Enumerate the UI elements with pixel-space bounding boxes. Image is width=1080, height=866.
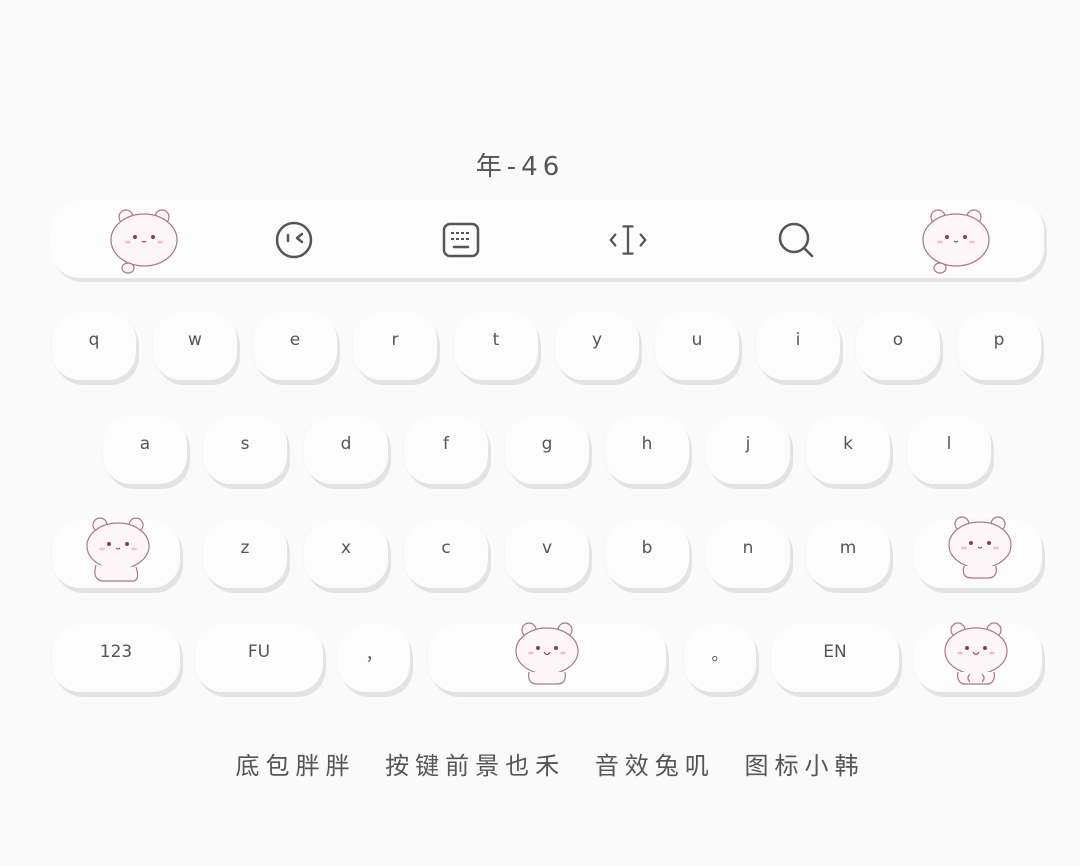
key-h[interactable]: h — [605, 416, 689, 484]
key-q[interactable]: q — [52, 312, 136, 380]
key-label: g — [541, 434, 553, 454]
key-c[interactable]: c — [404, 520, 488, 588]
key-label: j — [745, 434, 751, 454]
numbers-key[interactable]: 123 — [52, 624, 180, 692]
key-label: p — [993, 330, 1005, 350]
credit-key-foreground: 按键前景也禾 — [385, 752, 566, 780]
key-label: w — [188, 330, 202, 350]
text-cursor-icon[interactable] — [608, 220, 648, 260]
bear-mascot-icon[interactable] — [106, 204, 182, 276]
fu-key[interactable]: FU — [195, 624, 323, 692]
key-t[interactable]: t — [454, 312, 538, 380]
key-label: EN — [823, 642, 847, 662]
key-w[interactable]: w — [153, 312, 237, 380]
key-j[interactable]: j — [706, 416, 790, 484]
key-m[interactable]: m — [806, 520, 890, 588]
key-label: e — [289, 330, 301, 350]
emoji-wink-icon[interactable] — [274, 220, 314, 260]
key-label: 。 — [711, 644, 729, 665]
key-label: m — [839, 538, 857, 558]
key-label: x — [340, 538, 352, 558]
key-label: 123 — [99, 642, 133, 662]
key-label: FU — [247, 642, 271, 662]
key-f[interactable]: f — [404, 416, 488, 484]
key-label: u — [691, 330, 703, 350]
space-key[interactable] — [428, 622, 666, 692]
language-key[interactable]: EN — [771, 624, 899, 692]
credit-background: 底包胖胖 — [235, 752, 356, 780]
key-label: h — [641, 434, 653, 454]
key-label: c — [441, 538, 451, 558]
delete-key[interactable] — [914, 516, 1042, 588]
key-x[interactable]: x — [304, 520, 388, 588]
key-label: s — [240, 434, 250, 454]
key-label: ， — [365, 644, 383, 665]
bear-mascot-icon — [944, 622, 1008, 685]
bear-mascot-icon[interactable] — [918, 204, 994, 276]
key-g[interactable]: g — [505, 416, 589, 484]
key-label: i — [795, 330, 801, 350]
keyboard-toolbar — [50, 200, 1044, 278]
shift-key[interactable] — [52, 517, 180, 588]
key-p[interactable]: p — [957, 312, 1041, 380]
key-label: v — [541, 538, 553, 558]
key-u[interactable]: u — [655, 312, 739, 380]
theme-credits: 底包胖胖 按键前景也禾 音效兔叽 图标小韩 — [0, 746, 1080, 781]
key-label: q — [88, 330, 100, 350]
key-y[interactable]: y — [555, 312, 639, 380]
key-z[interactable]: z — [203, 520, 287, 588]
key-o[interactable]: o — [856, 312, 940, 380]
keyboard-theme-title: 年-46 — [475, 152, 565, 182]
credit-icons: 图标小韩 — [744, 752, 865, 780]
key-l[interactable]: l — [907, 416, 991, 484]
key-k[interactable]: k — [806, 416, 890, 484]
key-r[interactable]: r — [353, 312, 437, 380]
key-s[interactable]: s — [203, 416, 287, 484]
key-label: k — [843, 434, 853, 454]
bear-mascot-icon — [948, 516, 1012, 579]
period-key[interactable]: 。 — [684, 624, 756, 692]
enter-key[interactable] — [914, 622, 1042, 692]
bear-mascot-icon — [515, 622, 579, 685]
keyboard-icon[interactable] — [441, 220, 481, 260]
key-label: t — [492, 330, 500, 350]
key-i[interactable]: i — [756, 312, 840, 380]
key-b[interactable]: b — [605, 520, 689, 588]
key-n[interactable]: n — [706, 520, 790, 588]
key-a[interactable]: a — [103, 416, 187, 484]
key-label: r — [391, 330, 399, 350]
comma-key[interactable]: ， — [338, 624, 410, 692]
key-label: d — [340, 434, 352, 454]
key-d[interactable]: d — [304, 416, 388, 484]
key-label: z — [240, 538, 250, 558]
credit-sound: 音效兔叽 — [594, 752, 715, 780]
key-label: a — [139, 434, 151, 454]
key-label: b — [641, 538, 653, 558]
key-label: o — [892, 330, 904, 350]
key-label: f — [443, 434, 449, 454]
key-label: y — [591, 330, 603, 350]
key-label: l — [946, 434, 952, 454]
key-v[interactable]: v — [505, 520, 589, 588]
key-e[interactable]: e — [253, 312, 337, 380]
key-label: n — [742, 538, 754, 558]
search-icon[interactable] — [776, 220, 816, 260]
bear-mascot-icon — [86, 517, 150, 582]
